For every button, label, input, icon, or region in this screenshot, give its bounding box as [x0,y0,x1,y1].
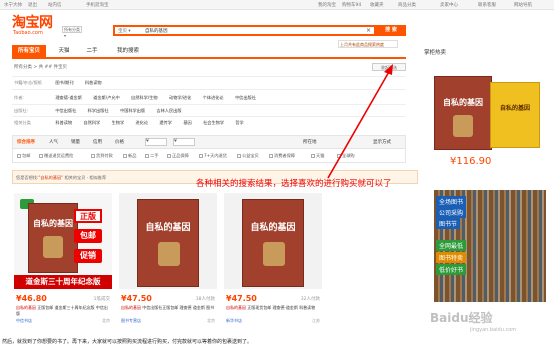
book-cover-secondary-title: 自私的基因 [499,105,530,112]
book-cover: 自私的基因 [434,76,492,150]
book-cover: 自私的基因 [242,199,304,287]
hot-sale-image[interactable]: 自私的基因 自私的基因 [424,58,544,154]
book-emblem-icon [158,242,180,266]
book-cover: 自私的基因 [137,199,199,287]
caption-text: 然后，就找到了你想要的书了。再下来，大家就可以按照购买流程进行购买，付完款就可以… [2,339,253,345]
book-cover-title: 自私的基因 [443,97,483,107]
ad-line: 低价好书 [436,264,467,275]
ad-line: 公司采购 [436,207,467,218]
title-rest: 中信出版社正版包邮 理查德 道金斯 图书 [141,305,215,310]
title-rest: 正版现货包邮 理查德·道金斯 科普读物 [246,305,316,310]
book-cover-secondary: 自私的基因 [490,82,540,148]
product-card[interactable]: 自私的基因 ¥47.50 38人付款 自私的基因 中信出版社正版包邮 理查德 道… [119,193,217,331]
product-location: 江苏 [312,318,320,323]
product-sold: 32人付款 [300,297,320,302]
product-sold: 1笔成交 [93,297,110,302]
product-sold: 38人付款 [195,297,215,302]
book-emblem-icon [263,242,285,266]
product-price: ¥47.50 [226,294,257,303]
book-emblem-icon [453,115,473,137]
product-title[interactable]: 自私的基因 正版现货包邮 理查德·道金斯 科普读物 [226,305,320,317]
badge-free-shipping: 包邮 [74,229,102,243]
hot-sale-price: ¥116.90 [450,156,492,167]
title-keyword: 自私的基因 [121,305,141,310]
product-price: ¥47.50 [121,294,152,303]
title-keyword: 自私的基因 [16,305,36,310]
badge-promotion: 促销 [74,249,102,263]
product-location: 北京 [102,318,110,323]
shop-link[interactable]: 新华书店 [226,318,242,324]
ad-line: 全场图书 [436,196,467,207]
shop-link[interactable]: 图书专营店 [121,318,141,324]
product-image[interactable]: 自私的基因 [224,193,322,289]
ad-line: 图书特卖 [436,252,467,263]
product-card[interactable]: 自私的基因 正版 包邮 促销 道金斯三十周年纪念版 ¥46.80 1笔成交 自私… [14,193,112,331]
book-cover-title: 自私的基因 [250,223,296,233]
book-cover-title: 自私的基因 [33,218,73,228]
book-cover: 自私的基因 [28,203,78,273]
baidu-watermark: Baidu经验 [430,311,493,325]
title-keyword: 自私的基因 [226,305,246,310]
ad-line: 图书节 [436,218,461,229]
ad-line: 全网最低 [436,240,467,251]
baidu-watermark-url: jingyan.baidu.com [470,327,517,333]
badge-genuine: 正版 [74,209,102,223]
anniversary-banner: 道金斯三十周年纪念版 [14,275,112,289]
book-emblem-icon [43,236,63,258]
hot-sale-title: 掌柜热卖 [424,50,447,56]
book-cover-title: 自私的基因 [145,223,191,233]
shop-link[interactable]: 中信书店 [16,318,32,324]
product-price: ¥46.80 [16,294,47,303]
product-title[interactable]: 自私的基因 中信出版社正版包邮 理查德 道金斯 图书 [121,305,215,317]
product-title[interactable]: 自私的基因 正版包邮 道金斯三十周年纪念版 中信出版 [16,305,110,317]
product-image[interactable]: 自私的基因 正版 包邮 促销 道金斯三十周年纪念版 [14,193,112,289]
product-image[interactable]: 自私的基因 [119,193,217,289]
product-card[interactable]: 自私的基因 ¥47.50 32人付款 自私的基因 正版现货包邮 理查德·道金斯 … [224,193,322,331]
bookstore-ad-image[interactable]: 全场图书 公司采购 图书节 全网最低 图书特卖 低价好书 [434,190,546,302]
product-location: 北京 [207,318,215,323]
